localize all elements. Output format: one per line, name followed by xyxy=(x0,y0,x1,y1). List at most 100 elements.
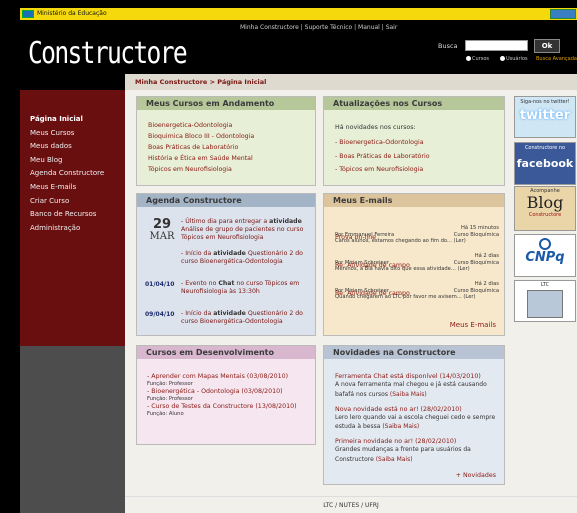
ltc-image-icon xyxy=(527,290,563,318)
email-from: Por Emmanuel Ferreira xyxy=(335,232,395,238)
blog-logo-icon: Blog xyxy=(526,193,564,212)
dev-courses-title: Cursos em Desenvolvimento xyxy=(137,346,315,359)
agenda-month: MAR xyxy=(149,231,175,242)
course-link[interactable]: Boas Práticas de Laboratório xyxy=(148,142,315,153)
agenda-event[interactable]: - Início da atividade Questionário 2 do … xyxy=(181,250,313,266)
email-from: Por Miriam Schreiner xyxy=(335,260,389,266)
radio-cursos-label: Cursos xyxy=(472,56,489,62)
sidebar-filler xyxy=(20,346,125,513)
agenda-event[interactable]: - Início da atividade Questionário 2 do … xyxy=(181,310,313,326)
agenda-event[interactable]: - Último dia para entregar a atividade A… xyxy=(181,218,313,242)
course-link[interactable]: Bioenergetica-Odontologia xyxy=(148,120,315,131)
cnpq-logo-icon: CNPq xyxy=(525,250,565,265)
search-label: Busca xyxy=(438,42,458,50)
top-links[interactable]: Minha Constructore | Suporte Técnico | M… xyxy=(240,24,397,31)
footer: LTC / NUTES / UFRJ xyxy=(125,496,577,513)
gov-label[interactable]: Ministério da Educação xyxy=(37,10,107,17)
radio-usuarios-label: Usuários xyxy=(506,56,528,62)
news-body: Grandes mudanças a frente para usuários … xyxy=(335,446,500,465)
email-item[interactable]: Re: Atividade de campo Há 2 dias Por Miri… xyxy=(335,280,499,301)
event-text: Análise de grupo de pacientes no curso T… xyxy=(181,226,304,241)
updates-title: Atualizações nos Cursos xyxy=(324,97,504,110)
site-logo[interactable]: Constructore xyxy=(28,36,188,71)
dev-course-role: Função: Professor xyxy=(147,396,193,402)
radio-icon xyxy=(466,56,471,61)
sidebar-item-emails[interactable]: Meus E-mails xyxy=(30,181,104,195)
news-title: Novidades na Constructore xyxy=(324,346,504,359)
cnpq-badge[interactable]: CNPq xyxy=(514,234,576,277)
more-emails-link[interactable]: Meus E-mails xyxy=(450,320,496,331)
agenda-title: Agenda Constructore xyxy=(137,194,315,207)
news-more-link[interactable]: (Saiba Mais) xyxy=(390,391,427,398)
twitter-logo-icon: twitter xyxy=(519,108,571,123)
event-text: - Evento no xyxy=(181,280,219,287)
event-text: - Início da xyxy=(181,310,214,317)
twitter-badge[interactable]: Siga-nos no twitter! twitter xyxy=(514,96,576,138)
news-more-link[interactable]: (Saiba Mais) xyxy=(382,423,419,430)
updates-panel: Atualizações nos Cursos Há novidades nos… xyxy=(323,96,505,186)
news-more-link[interactable]: (Saiba Mais) xyxy=(376,456,413,463)
blog-sub: Constructore xyxy=(528,212,562,218)
event-bold: Chat xyxy=(218,280,235,287)
sidebar-item-meus-dados[interactable]: Meus dados xyxy=(30,140,104,154)
email-item[interactable]: Re: Atividade de campo Há 2 dias Por Miri… xyxy=(335,252,499,273)
course-link[interactable]: História e Ética em Saúde Mental xyxy=(148,153,315,164)
sidebar-item-pagina-inicial[interactable]: Página Inicial xyxy=(30,113,104,127)
facebook-badge[interactable]: Constructore no facebook xyxy=(514,142,576,185)
radio-cursos[interactable]: Cursos xyxy=(466,56,489,62)
search-input[interactable] xyxy=(465,40,528,51)
more-news-link[interactable]: + Novidades xyxy=(456,470,496,481)
search-button[interactable]: Ok xyxy=(534,39,560,53)
breadcrumb[interactable]: Minha Constructore > Página Inicial xyxy=(135,78,266,86)
radio-icon xyxy=(500,56,505,61)
sidebar-item-banco-recursos[interactable]: Banco de Recursos xyxy=(30,208,104,222)
course-link[interactable]: Tópicos em Neurofisiologia xyxy=(148,164,315,175)
news-body: Lero lero quando vai a escola cheguei ce… xyxy=(335,414,500,433)
news-headline[interactable]: Ferramenta Chat está disponível (14/03/2… xyxy=(335,373,500,381)
dev-course-link[interactable]: - Bioenergética - Odontologia (03/08/201… xyxy=(147,388,315,396)
update-link[interactable]: - Boas Práticas de Laboratório xyxy=(335,150,504,164)
news-headline[interactable]: Nova novidade está no ar! (28/02/2010) xyxy=(335,406,500,414)
dev-course-link[interactable]: - Aprender com Mapas Mentais (03/08/2010… xyxy=(147,373,315,381)
radio-usuarios[interactable]: Usuários xyxy=(500,56,528,62)
agenda-panel: Agenda Constructore 29 MAR - Último dia … xyxy=(136,193,316,336)
event-bold: atividade xyxy=(213,250,246,257)
updates-intro: Há novidades nos cursos: xyxy=(335,124,416,131)
news-headline[interactable]: Primeira novidade no ar! (28/02/2010) xyxy=(335,438,500,446)
emails-title: Meus E-mails xyxy=(324,194,504,207)
event-text: - Último dia para entregar a xyxy=(181,218,270,225)
emails-panel: Meus E-mails Prova on-line Há 15 minutos … xyxy=(323,193,505,336)
news-panel: Novidades na Constructore Ferramenta Cha… xyxy=(323,345,505,485)
header: Minha Constructore | Suporte Técnico | M… xyxy=(20,20,577,74)
agenda-event-date: 09/04/10 xyxy=(145,311,175,318)
email-item[interactable]: Prova on-line Há 15 minutos Por Emmanuel … xyxy=(335,224,499,245)
news-body: A nova ferramenta mal chegou e já está c… xyxy=(335,381,500,400)
email-course: Curso Bioquímica xyxy=(453,260,499,266)
courses-title: Meus Cursos em Andamento xyxy=(137,97,315,110)
blog-badge[interactable]: Acompanhe Blog Constructore xyxy=(514,186,576,231)
dev-course-link[interactable]: - Curso de Testes da Constructore (13/08… xyxy=(147,403,315,411)
gov-flag-icon xyxy=(22,9,34,18)
brasil-logo-icon[interactable] xyxy=(550,9,576,19)
sidebar-item-criar-curso[interactable]: Criar Curso xyxy=(30,195,104,209)
agenda-date-badge: 29 MAR xyxy=(148,218,176,242)
sidebar-item-meus-cursos[interactable]: Meus Cursos xyxy=(30,127,104,141)
gov-bar: Ministério da Educação xyxy=(20,8,577,20)
sidebar-item-administracao[interactable]: Administração xyxy=(30,222,104,236)
course-link[interactable]: Bioquimica Bloco III - Odontologia xyxy=(148,131,315,142)
dev-course-role: Função: Aluno xyxy=(147,411,184,417)
sidebar-item-meu-blog[interactable]: Meu Blog xyxy=(30,154,104,168)
event-bold: atividade xyxy=(213,310,246,317)
update-link[interactable]: - Bioenergetica-Odontologia xyxy=(335,136,504,150)
ltc-caption: LTC xyxy=(540,282,550,288)
event-text: - Início da xyxy=(181,250,214,257)
agenda-event[interactable]: - Evento no Chat no curso Tópicos em Neu… xyxy=(181,280,313,296)
event-bold: atividade xyxy=(269,218,302,225)
update-link[interactable]: - Tópicos em Neurofisiologia xyxy=(335,163,504,177)
sidebar-item-agenda[interactable]: Agenda Constructore xyxy=(30,167,104,181)
email-time: Há 2 dias xyxy=(474,281,499,287)
email-time: Há 15 minutos xyxy=(461,225,499,231)
facebook-caption: Constructore no xyxy=(524,145,566,151)
advanced-search-link[interactable]: Busca Avançada xyxy=(536,56,577,62)
ltc-badge[interactable]: LTC xyxy=(514,280,576,322)
